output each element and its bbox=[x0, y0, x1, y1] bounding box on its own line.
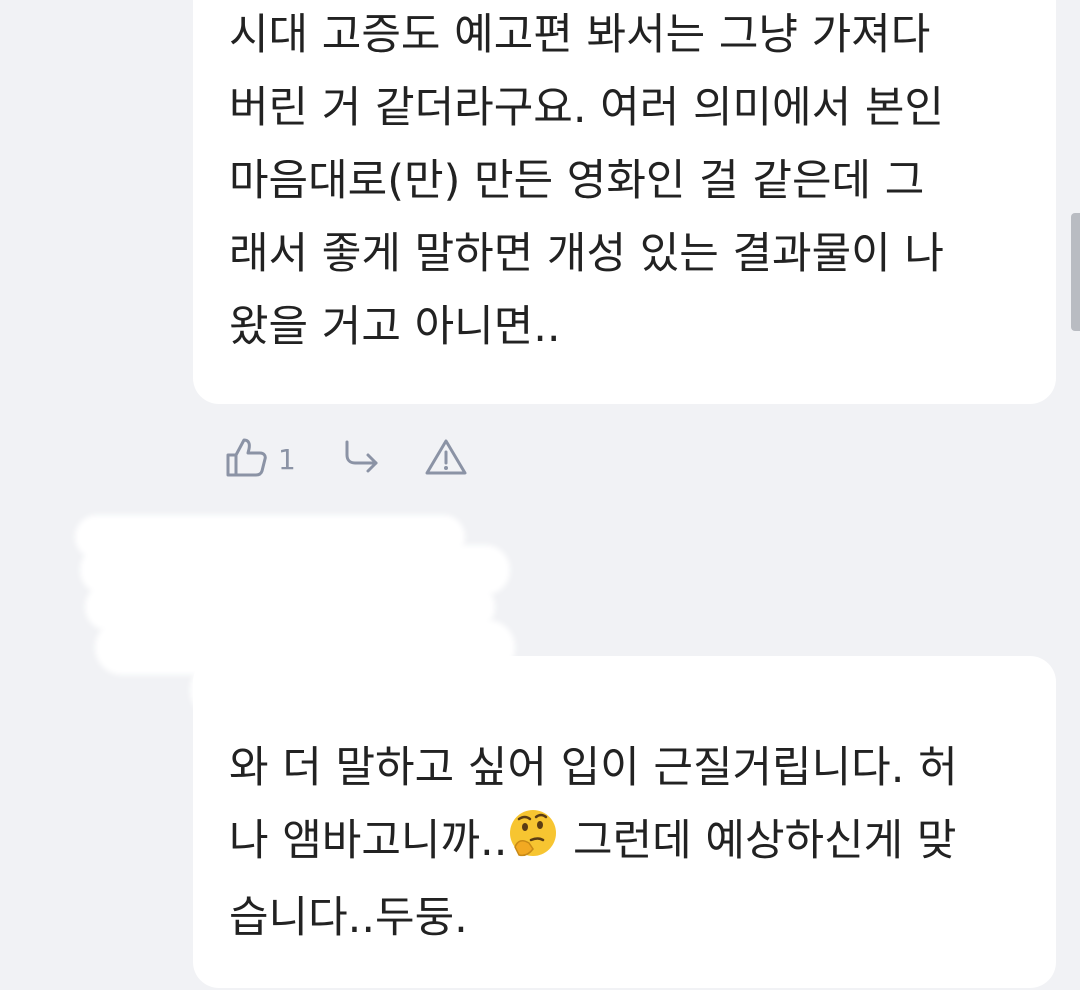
scrollbar-thumb[interactable] bbox=[1071, 213, 1080, 331]
report-button[interactable] bbox=[424, 437, 468, 481]
comment-bubble: 시대 고증도 예고편 봐서는 그냥 가져다 버린 거 같더라구요. 여러 의미에… bbox=[193, 0, 1056, 404]
reply-arrow-icon bbox=[342, 439, 382, 479]
comment-bubble: 와 더 말하고 싶어 입이 근질거립니다. 허 나 앰바고니까.. 그런데 예상… bbox=[193, 656, 1056, 988]
comment-actions: 1 bbox=[224, 432, 468, 486]
reply-button[interactable] bbox=[342, 439, 382, 479]
thinking-face-icon bbox=[507, 807, 559, 882]
comment-text: 시대 고증도 예고편 봐서는 그냥 가져다 버린 거 같더라구요. 여러 의미에… bbox=[229, 10, 944, 352]
thumbs-up-icon bbox=[224, 436, 268, 482]
like-button[interactable]: 1 bbox=[224, 436, 296, 482]
comment-text: 와 더 말하고 싶어 입이 근질거립니다. 허 나 앰바고니까.. 그런데 예상… bbox=[229, 732, 1026, 955]
warning-triangle-icon bbox=[424, 437, 468, 481]
like-count: 1 bbox=[278, 442, 296, 476]
